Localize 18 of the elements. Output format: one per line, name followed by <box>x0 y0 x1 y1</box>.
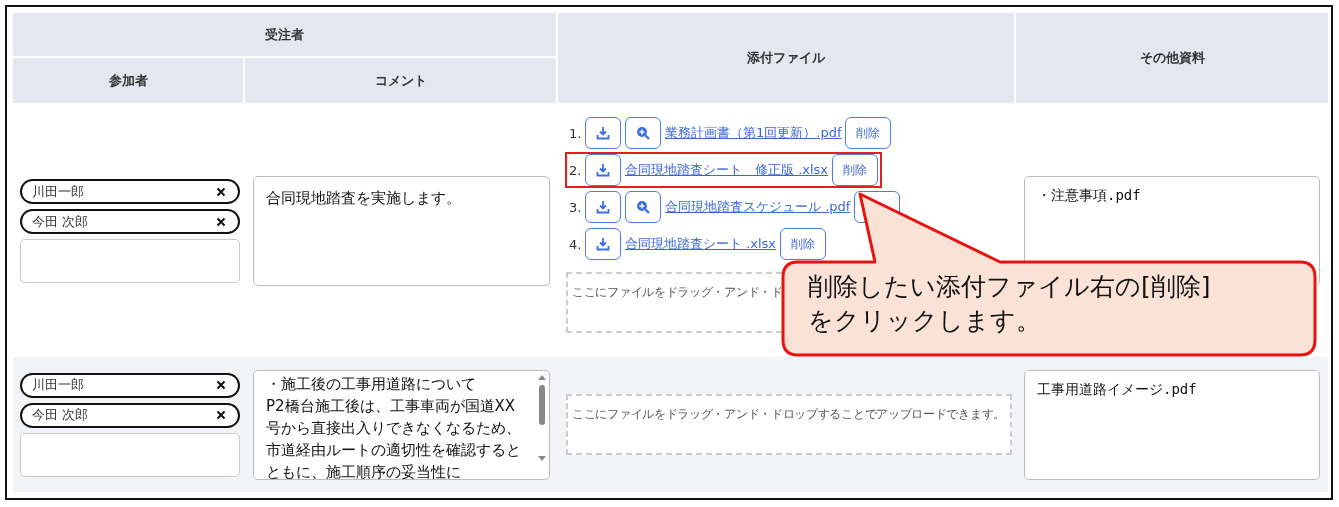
file-number: 2. <box>569 162 581 178</box>
participant-name: 今田 次郎 <box>32 406 89 424</box>
column-header: その他資料 <box>1139 49 1205 67</box>
column-header: コメント <box>374 71 427 90</box>
column-header: 受注者 <box>265 25 304 44</box>
column-header: 参加者 <box>108 71 148 90</box>
file-name-text: ・注意事項.pdf <box>1037 187 1141 203</box>
participant-name: 川田一郎 <box>32 182 84 201</box>
file-number: 1. <box>569 125 581 141</box>
comment-text: ・施工後の工事用道路について <box>266 373 477 395</box>
comment-text: P2橋台施工後は、工事車両が国道XX号から直接出入りできなくなるため、市道経由ルートの適切性を確認するとともに、施工順序の妥当性に <box>266 395 522 479</box>
participant-name: 川田一郎 <box>32 376 84 394</box>
comment-text: 合同現地踏査を実施します。 <box>266 188 462 209</box>
column-header: 添付ファイル <box>747 49 825 67</box>
file-name-text: 工事用道路イメージ.pdf <box>1037 380 1197 397</box>
participant-name: 今田 次郎 <box>32 212 89 231</box>
file-number: 3. <box>569 199 581 215</box>
file-number: 4. <box>569 236 581 252</box>
